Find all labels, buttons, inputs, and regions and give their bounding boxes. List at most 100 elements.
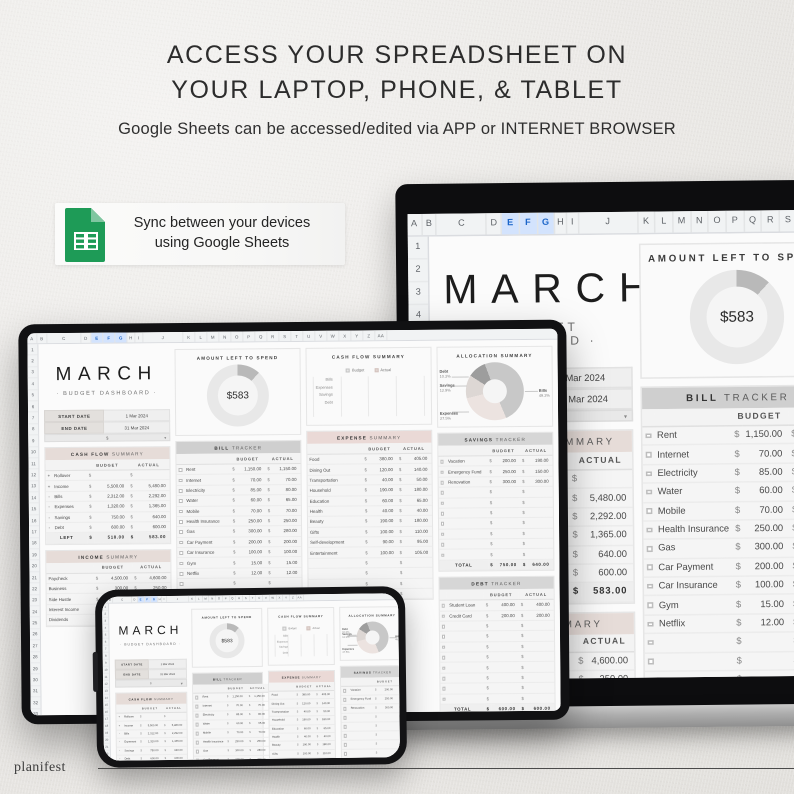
column-header-q[interactable]: Q bbox=[744, 210, 763, 232]
row-header-7[interactable]: 7 bbox=[102, 645, 109, 653]
row-header-25[interactable]: 25 bbox=[29, 617, 40, 630]
column-header-a[interactable]: A bbox=[407, 213, 423, 236]
row-budget-value[interactable]: 100.00 bbox=[300, 749, 315, 758]
column-header-r[interactable]: R bbox=[267, 331, 280, 342]
column-header-w[interactable]: W bbox=[327, 330, 340, 341]
row-header-31[interactable]: 31 bbox=[30, 685, 41, 698]
row-header-7[interactable]: 7 bbox=[28, 412, 39, 425]
row-budget-value[interactable]: 120.00 bbox=[368, 463, 397, 475]
currency-dropdown[interactable]: $▾ bbox=[44, 433, 171, 443]
column-header-p[interactable]: P bbox=[243, 331, 256, 342]
row-actual-value[interactable] bbox=[526, 692, 555, 704]
row-actual-value[interactable]: 4,600.00 bbox=[586, 651, 635, 671]
row-actual-value[interactable]: 1,150.00 bbox=[271, 463, 301, 475]
row-budget-value[interactable] bbox=[495, 528, 521, 539]
row-actual-value[interactable]: 180.00 bbox=[403, 484, 432, 496]
row-header-23[interactable]: 23 bbox=[29, 594, 40, 607]
column-header-o[interactable]: O bbox=[709, 210, 727, 233]
row-actual-value[interactable] bbox=[527, 496, 553, 508]
table-row[interactable]: Rent$1,150.00$1,150.00 bbox=[642, 425, 794, 446]
row-actual-value[interactable]: 600.00 bbox=[168, 754, 187, 761]
row-header-2[interactable]: 2 bbox=[27, 355, 38, 368]
column-header-r[interactable]: R bbox=[762, 210, 781, 232]
row-checkbox[interactable] bbox=[176, 526, 185, 538]
row-checkbox[interactable] bbox=[177, 547, 185, 558]
row-actual-value[interactable]: 40.00 bbox=[403, 505, 432, 516]
row-budget-value[interactable] bbox=[491, 682, 520, 694]
column-header-aa[interactable]: AA bbox=[296, 594, 304, 601]
row-budget-value[interactable]: 100.00 bbox=[237, 546, 267, 558]
row-checkbox[interactable] bbox=[440, 672, 448, 684]
row-budget-value[interactable] bbox=[491, 641, 520, 652]
column-header-k[interactable]: K bbox=[183, 331, 196, 342]
column-header-l[interactable]: L bbox=[655, 211, 674, 233]
column-header-s[interactable]: S bbox=[779, 210, 794, 232]
row-actual-value[interactable]: 110.00 bbox=[320, 749, 335, 758]
row-actual-value[interactable]: 65.00 bbox=[252, 719, 270, 729]
row-checkbox[interactable] bbox=[193, 720, 201, 730]
row-budget-value[interactable]: 1,150.00 bbox=[230, 692, 247, 702]
row-checkbox[interactable] bbox=[438, 466, 447, 477]
row-budget-value[interactable]: 70.00 bbox=[230, 728, 248, 738]
row-actual-value[interactable]: 2,292.00 bbox=[581, 507, 633, 527]
row-budget-value[interactable] bbox=[491, 661, 520, 673]
row-header-24[interactable]: 24 bbox=[29, 606, 40, 618]
column-header-i[interactable]: I bbox=[135, 332, 144, 343]
row-budget-value[interactable]: 15.00 bbox=[744, 594, 791, 614]
row-budget-value[interactable]: 2,312.00 bbox=[144, 729, 163, 738]
row-checkbox[interactable] bbox=[439, 621, 448, 632]
row-actual-value[interactable]: 2,292.00 bbox=[168, 729, 187, 738]
row-header-11[interactable]: 11 bbox=[28, 458, 39, 470]
column-header-a[interactable]: A bbox=[27, 333, 38, 344]
row-checkbox[interactable] bbox=[439, 610, 448, 622]
row-checkbox[interactable] bbox=[438, 508, 447, 519]
row-header-3[interactable]: 3 bbox=[408, 282, 429, 306]
column-header-i[interactable]: I bbox=[567, 212, 580, 234]
row-actual-value[interactable] bbox=[527, 548, 554, 560]
row-actual-value[interactable]: 180.00 bbox=[403, 515, 432, 527]
row-budget-value[interactable] bbox=[744, 632, 791, 652]
row-actual-value[interactable] bbox=[527, 538, 554, 549]
row-header-1[interactable]: 1 bbox=[407, 236, 428, 260]
row-budget-value[interactable]: 300.00 bbox=[230, 746, 248, 756]
row-actual-value[interactable]: 180.00 bbox=[320, 740, 335, 750]
row-checkbox[interactable] bbox=[642, 426, 655, 446]
row-actual-value[interactable] bbox=[404, 557, 433, 568]
row-actual-value[interactable]: 80.00 bbox=[252, 710, 270, 720]
phone-side-button[interactable] bbox=[92, 651, 99, 692]
row-budget-value[interactable] bbox=[491, 672, 520, 683]
row-header-3[interactable]: 3 bbox=[27, 367, 38, 379]
column-header-c[interactable]: C bbox=[113, 596, 133, 603]
column-header-o[interactable]: O bbox=[231, 331, 244, 342]
row-actual-value[interactable] bbox=[527, 527, 554, 539]
row-actual-value[interactable] bbox=[526, 661, 555, 673]
row-header-9[interactable]: 9 bbox=[28, 435, 39, 447]
row-checkbox[interactable] bbox=[341, 722, 349, 732]
row-actual-value[interactable] bbox=[526, 682, 555, 693]
row-budget-value[interactable]: 120.00 bbox=[300, 699, 315, 708]
table-row[interactable]: Car Payment$200.00$200.00 bbox=[643, 556, 794, 578]
row-actual-value[interactable] bbox=[527, 486, 553, 497]
row-actual-value[interactable]: 250.00 bbox=[252, 737, 270, 747]
row-budget-value[interactable] bbox=[93, 469, 129, 481]
row-checkbox[interactable] bbox=[193, 746, 202, 756]
column-header-n[interactable]: N bbox=[219, 331, 232, 342]
date-value[interactable]: 31 Mar 2024 bbox=[104, 421, 171, 434]
row-budget-value[interactable]: 190.00 bbox=[369, 484, 398, 496]
row-budget-value[interactable]: 70.00 bbox=[742, 444, 789, 464]
row-budget-value[interactable]: 100.00 bbox=[369, 526, 398, 537]
row-checkbox[interactable] bbox=[440, 693, 449, 705]
row-checkbox[interactable] bbox=[439, 631, 448, 642]
column-header-u[interactable]: U bbox=[303, 330, 316, 341]
row-actual-value[interactable] bbox=[404, 588, 433, 599]
row-header-1[interactable]: 1 bbox=[27, 344, 38, 356]
row-header-13[interactable]: 13 bbox=[28, 480, 39, 493]
row-budget-value[interactable]: 380.00 bbox=[368, 453, 397, 465]
row-budget-value[interactable]: 400.00 bbox=[490, 599, 519, 611]
row-checkbox[interactable] bbox=[643, 520, 656, 540]
row-budget-value[interactable]: 70.00 bbox=[236, 474, 266, 485]
column-header-j[interactable]: J bbox=[579, 211, 639, 234]
row-actual-value[interactable] bbox=[526, 651, 555, 662]
row-checkbox[interactable] bbox=[643, 539, 656, 559]
table-row[interactable]: -Debt$600.00$600.00 bbox=[116, 754, 187, 761]
